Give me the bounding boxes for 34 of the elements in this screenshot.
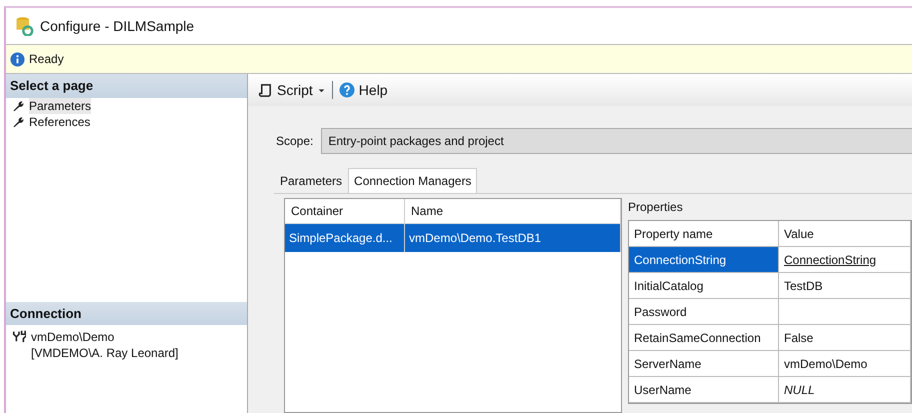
- column-header: Value: [779, 221, 911, 247]
- panel-title: Properties: [628, 199, 684, 216]
- script-button[interactable]: Script: [258, 80, 326, 100]
- property-value: NULL: [779, 377, 911, 403]
- wrench-icon: [12, 100, 24, 112]
- property-name[interactable]: RetainSameConnection: [629, 325, 779, 351]
- property-value: False: [779, 325, 911, 351]
- help-button[interactable]: Help: [338, 80, 388, 100]
- property-name[interactable]: ConnectionString: [629, 247, 779, 273]
- property-value: vmDemo\Demo: [779, 351, 911, 377]
- scope-label: Scope:: [276, 133, 314, 150]
- help-icon: [338, 82, 355, 98]
- tab[interactable]: Connection Managers: [348, 168, 478, 193]
- wrench-icon: [12, 116, 24, 128]
- script-icon: [258, 82, 273, 98]
- info-icon: [10, 52, 25, 66]
- property-value: TestDB: [779, 273, 911, 299]
- sidebar-item[interactable]: Parameters: [29, 98, 92, 114]
- plug-icon: [12, 329, 26, 343]
- scope-field: Entry-point packages and project: [321, 128, 912, 154]
- connection-text: vmDemo\Demo [VMDEMO\A. Ray Leonard]: [31, 329, 180, 361]
- property-name[interactable]: UserName: [629, 377, 779, 403]
- database-gear-icon: [14, 16, 34, 36]
- sidebar-item[interactable]: References: [29, 114, 90, 130]
- property-name[interactable]: InitialCatalog: [629, 273, 779, 299]
- property-value: ConnectionString: [779, 247, 911, 273]
- status-text: Ready: [29, 51, 64, 68]
- list-row[interactable]: SimplePackage.d... vmDemo\Demo.TestDB1: [285, 224, 621, 252]
- property-name[interactable]: ServerName: [629, 351, 779, 377]
- window-title: Configure - DILMSample: [40, 16, 194, 36]
- property-name[interactable]: Password: [629, 299, 779, 325]
- tab[interactable]: Parameters: [274, 168, 348, 193]
- section-header: Select a page: [6, 74, 247, 98]
- section-header: Connection: [6, 302, 247, 325]
